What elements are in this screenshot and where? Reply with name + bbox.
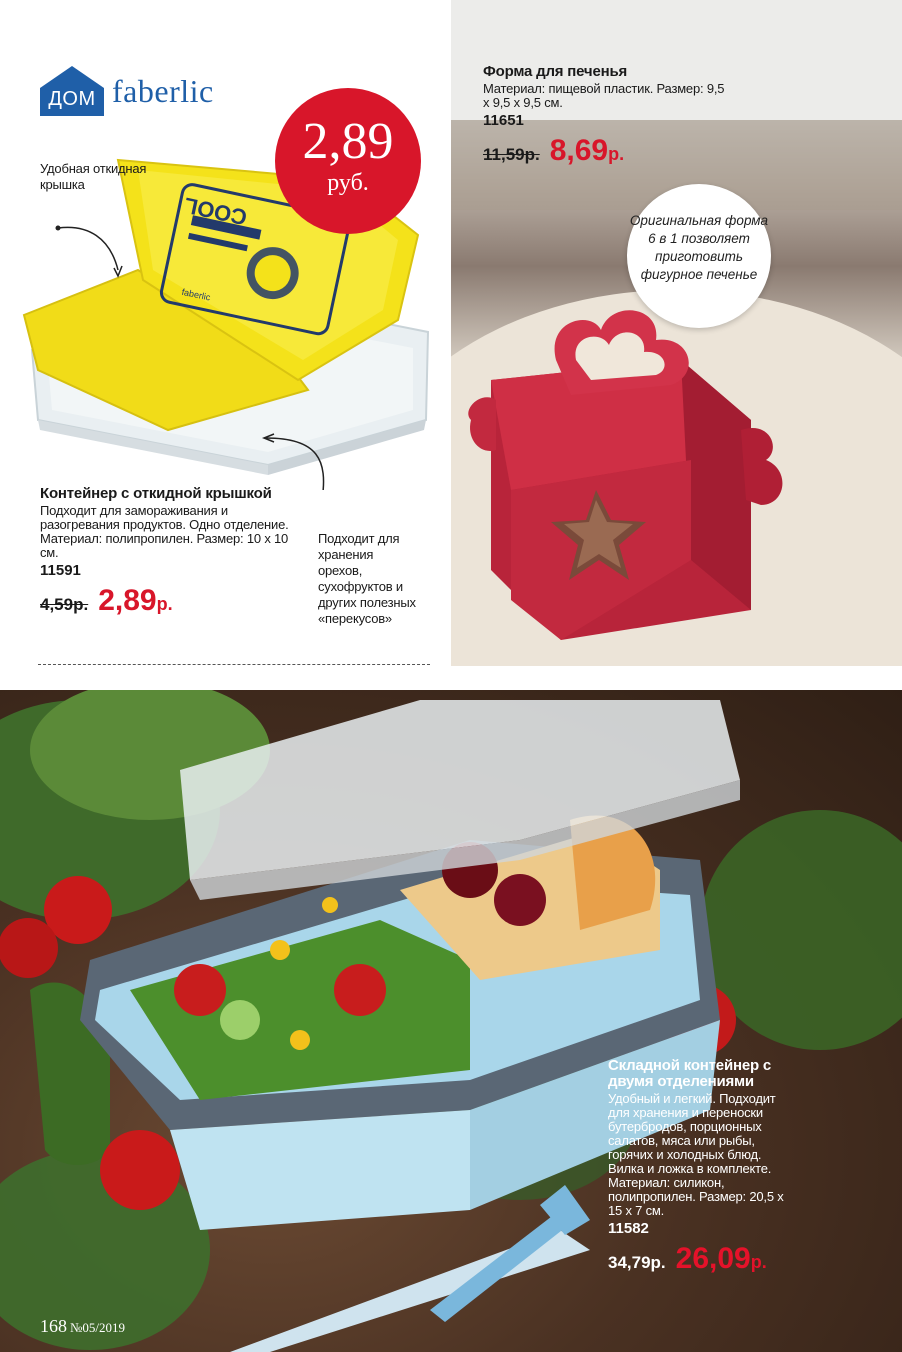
faberlic-dom-logo: ДОМ faberlic bbox=[38, 64, 214, 118]
callout-snack: Подходит для хранения орехов, сухофрукто… bbox=[318, 531, 416, 626]
price-badge: 2,89 руб. bbox=[275, 88, 421, 234]
product3-title: Складной контейнер с двумя отделениями bbox=[608, 1057, 772, 1090]
product1-code: 11591 bbox=[40, 562, 81, 579]
product2-new-price: 8,69 bbox=[549, 134, 609, 167]
product3-price-row: 34,79р. 26,09 р. bbox=[608, 1242, 798, 1276]
product2-new-price-unit: р. bbox=[608, 144, 625, 164]
logo-house-text: ДОМ bbox=[48, 88, 96, 110]
logo-brand-text: faberlic bbox=[112, 72, 214, 109]
product1-description: Подходит для замораживания и разогревани… bbox=[40, 503, 289, 560]
product3-new-price-unit: р. bbox=[750, 1252, 767, 1272]
product1-title: Контейнер с откидной крышкой bbox=[40, 485, 272, 502]
product1-new-price-unit: р. bbox=[156, 594, 173, 614]
page-number: 168 bbox=[40, 1316, 67, 1336]
product1-price-row: 4,59р. 2,89 р. bbox=[40, 584, 290, 618]
price-badge-value: 2,89 bbox=[302, 113, 394, 170]
page-footer: 168 №05/2019 bbox=[40, 1316, 125, 1337]
callout-lid: Удобная откидная крышка bbox=[40, 161, 147, 192]
price-badge-unit: руб. bbox=[327, 170, 369, 196]
product1-new-price: 2,89 bbox=[98, 584, 157, 617]
product2-feature-bubble: Оригинальная форма 6 в 1 позволяет приго… bbox=[627, 184, 771, 328]
product2-price-row: 11,59р. 8,69 р. bbox=[483, 134, 733, 168]
product1-info: Контейнер с откидной крышкой Подходит дл… bbox=[40, 486, 290, 618]
product2-feature-text: Оригинальная форма 6 в 1 позволяет приго… bbox=[629, 213, 769, 282]
product3-description: Удобный и легкий. Подходит для хранения … bbox=[608, 1091, 784, 1218]
product2-description: Материал: пищевой пластик. Размер: 9,5 x… bbox=[483, 81, 725, 110]
product2-info: Форма для печенья Материал: пищевой плас… bbox=[483, 64, 733, 168]
issue-number: №05/2019 bbox=[70, 1320, 126, 1335]
house-logo-icon: ДОМ bbox=[38, 64, 106, 118]
dashed-separator bbox=[38, 664, 430, 665]
product3-new-price: 26,09 bbox=[675, 1242, 751, 1275]
product3-code: 11582 bbox=[608, 1220, 649, 1237]
product2-old-price: 11,59р. bbox=[483, 145, 540, 164]
product2-title: Форма для печенья bbox=[483, 63, 628, 80]
product1-old-price: 4,59р. bbox=[40, 595, 89, 614]
product3-info: Складной контейнер с двумя отделениями У… bbox=[608, 1058, 798, 1276]
product3-old-price: 34,79р. bbox=[608, 1253, 666, 1272]
product2-code: 11651 bbox=[483, 112, 524, 129]
